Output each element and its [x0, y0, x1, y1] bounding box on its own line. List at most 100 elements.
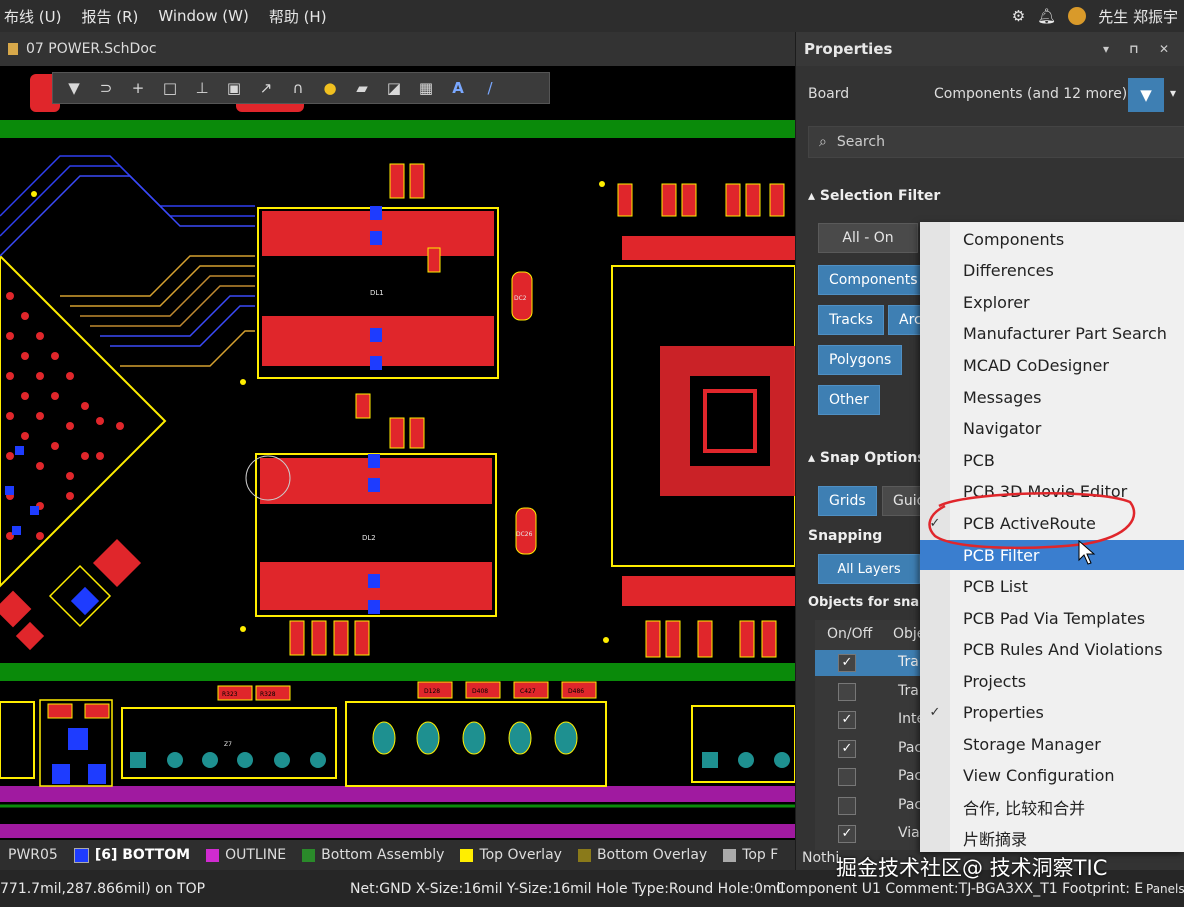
- menu-item-navigator[interactable]: Navigator: [920, 413, 1184, 443]
- filter-dropdown-icon[interactable]: ▾: [1170, 86, 1176, 100]
- panels-button[interactable]: Panels: [1146, 882, 1184, 896]
- nothing-selected-label: Nothi: [802, 850, 840, 866]
- menu-item-label: 合作, 比较和合并: [963, 799, 1086, 818]
- menu-item-projects[interactable]: Projects: [920, 666, 1184, 696]
- layer-swatch: [577, 848, 591, 862]
- menu-item-storage-manager[interactable]: Storage Manager: [920, 729, 1184, 759]
- snap-checkbox-2[interactable]: [838, 683, 856, 701]
- all-on-button[interactable]: All - On: [818, 223, 918, 253]
- snapping-label: Snapping: [808, 528, 882, 544]
- filter-button[interactable]: ▼: [1128, 78, 1164, 112]
- menu-route[interactable]: 布线 (U): [0, 6, 71, 27]
- selection-filter-heading[interactable]: ▴ Selection Filter: [808, 188, 940, 204]
- menu-item-label: PCB List: [963, 576, 1028, 596]
- snap-checkbox-5[interactable]: [838, 768, 856, 786]
- menu-item-pcb-list[interactable]: PCB List: [920, 571, 1184, 601]
- diff-pair-icon[interactable]: ∩: [285, 76, 311, 100]
- interactive-route-icon[interactable]: ↗: [253, 76, 279, 100]
- layer-label: [6] BOTTOM: [94, 847, 191, 863]
- document-icon: [8, 43, 18, 55]
- filter-other-button[interactable]: Other: [818, 385, 880, 415]
- menu-item-explorer[interactable]: Explorer: [920, 287, 1184, 317]
- via-icon[interactable]: ●: [317, 76, 343, 100]
- layer-label: PWR05: [8, 847, 58, 863]
- snap-row-label-2: Tra: [898, 683, 919, 699]
- select-rect-icon[interactable]: □: [157, 76, 183, 100]
- menu-item-mcad-codesigner[interactable]: MCAD CoDesigner: [920, 350, 1184, 380]
- layer-tab-top-overlay[interactable]: Top Overlay: [452, 847, 570, 863]
- menu-window[interactable]: Window (W): [148, 7, 258, 25]
- connector-large-pads: [372, 721, 578, 755]
- menu-item-components[interactable]: Components: [920, 224, 1184, 254]
- label-c427: C427: [520, 688, 536, 695]
- user-name[interactable]: 先生 郑振宇: [1098, 6, 1178, 27]
- menu-item-label: Explorer: [963, 292, 1030, 312]
- menu-item-manufacturer-part-search[interactable]: Manufacturer Part Search: [920, 318, 1184, 348]
- snap-checkbox-7[interactable]: ✓: [838, 825, 856, 843]
- layer-tab-outline[interactable]: OUTLINE: [198, 847, 294, 863]
- section-label: Snap Options: [819, 450, 926, 466]
- menu-item-label: PCB: [963, 450, 995, 470]
- layer-tab-pwr05[interactable]: PWR05: [0, 847, 66, 863]
- label-r328: R328: [260, 691, 276, 698]
- board-label: Board: [808, 86, 850, 102]
- layer-tab-bottom-overlay[interactable]: Bottom Overlay: [570, 847, 715, 863]
- component-icon[interactable]: ▣: [221, 76, 247, 100]
- pcb-canvas[interactable]: DL1 DC2 DL2 DC26 R323 R328 Z7 D128 D408 …: [0, 66, 795, 840]
- layer-tabs: PWR05 [6] BOTTOM OUTLINE Bottom Assembly…: [0, 840, 795, 870]
- scope-label[interactable]: Components (and 12 more): [934, 86, 1127, 102]
- line-icon[interactable]: /: [477, 76, 503, 100]
- menu-item-properties[interactable]: ✓ Properties: [920, 697, 1184, 727]
- menu-help[interactable]: 帮助 (H): [259, 6, 337, 27]
- snap-checkbox-6[interactable]: [838, 797, 856, 815]
- align-icon[interactable]: ⊥: [189, 76, 215, 100]
- all-layers-button[interactable]: All Layers: [818, 554, 920, 584]
- keepout-icon[interactable]: ◪: [381, 76, 407, 100]
- gear-icon[interactable]: ⚙: [1012, 7, 1025, 25]
- notification-bell-icon[interactable]: 🔔︎: [1037, 7, 1056, 25]
- right-ic-top-pins: [622, 236, 795, 260]
- filter-icon[interactable]: ▼: [61, 76, 87, 100]
- table-header-onoff: On/Off: [827, 626, 873, 642]
- connector-right: [691, 705, 795, 783]
- right-ic-bottom-pins: [622, 576, 795, 606]
- text-icon[interactable]: A: [445, 76, 471, 100]
- polygon-icon[interactable]: ▰: [349, 76, 375, 100]
- menu-item-messages[interactable]: Messages: [920, 382, 1184, 412]
- menu-item-label: Messages: [963, 387, 1042, 407]
- snap-checkbox-3[interactable]: ✓: [838, 711, 856, 729]
- layer-tab-bottom-assembly[interactable]: Bottom Assembly: [294, 847, 452, 863]
- filter-tracks-button[interactable]: Tracks: [818, 305, 884, 335]
- menu-item-label: PCB Pad Via Templates: [963, 608, 1146, 628]
- snap-checkbox-1[interactable]: ✓: [838, 654, 856, 672]
- snap-options-heading[interactable]: ▴ Snap Options: [808, 450, 926, 466]
- menu-item-view-configuration[interactable]: View Configuration: [920, 760, 1184, 790]
- menu-item-label: 片断摘录: [963, 830, 1028, 849]
- add-icon[interactable]: +: [125, 76, 151, 100]
- grids-button[interactable]: Grids: [818, 486, 877, 516]
- snap-row-label-7: Via: [898, 825, 920, 841]
- filter-polygons-button[interactable]: Polygons: [818, 345, 903, 375]
- menu-item-differences[interactable]: Differences: [920, 255, 1184, 285]
- panel-controls[interactable]: ▾ ⊓ ✕: [1103, 42, 1177, 56]
- snap-checkbox-4[interactable]: ✓: [838, 740, 856, 758]
- layer-tab-bottom[interactable]: [6] BOTTOM: [66, 847, 198, 863]
- document-tab[interactable]: 07 POWER.SchDoc: [0, 36, 165, 62]
- menu-item-pcb[interactable]: PCB: [920, 445, 1184, 475]
- menu-item-pcb-pad-via-templates[interactable]: PCB Pad Via Templates: [920, 603, 1184, 633]
- menu-item-snippets[interactable]: 片断摘录: [920, 823, 1184, 853]
- menu-right-cluster: ⚙ 🔔︎ 先生 郑振宇: [1012, 0, 1178, 32]
- filter-components-button[interactable]: Components: [818, 265, 929, 295]
- section-label: Selection Filter: [819, 188, 941, 204]
- layer-tab-top-f[interactable]: Top F: [715, 847, 786, 863]
- menu-item-collaborate-compare-merge[interactable]: 合作, 比较和合并: [920, 792, 1184, 822]
- menu-item-pcb-rules-and-violations[interactable]: PCB Rules And Violations: [920, 634, 1184, 664]
- search-input[interactable]: ⌕ Search: [808, 126, 1184, 158]
- label-z7: Z7: [224, 741, 232, 748]
- menu-reports[interactable]: 报告 (R): [71, 6, 148, 27]
- button-label: All Layers: [837, 561, 901, 577]
- layer-label: Top F: [742, 847, 779, 863]
- avatar[interactable]: [1068, 7, 1087, 25]
- route-icon[interactable]: ⊃: [93, 76, 119, 100]
- dimension-icon[interactable]: ▦: [413, 76, 439, 100]
